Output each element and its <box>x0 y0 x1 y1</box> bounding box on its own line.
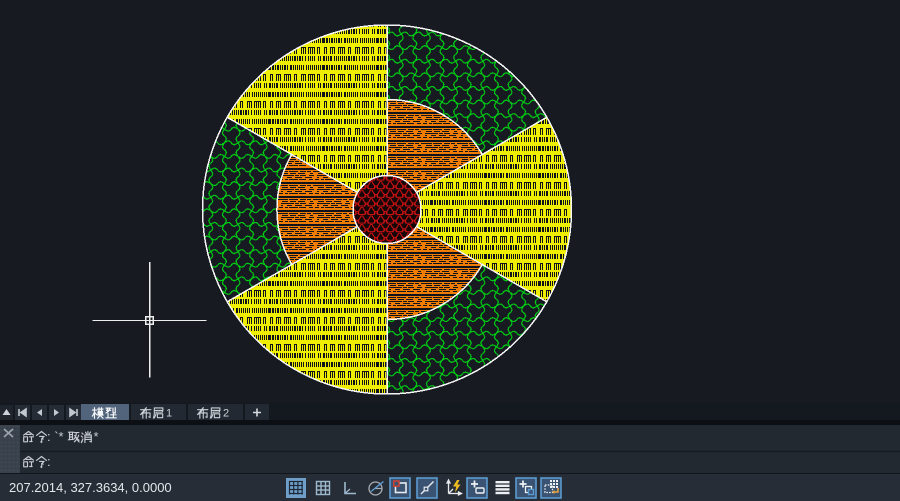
svg-text:*: * <box>94 429 99 444</box>
svg-text::: : <box>47 454 51 469</box>
svg-text:1: 1 <box>166 408 172 420</box>
svg-text:: `*: : `* <box>47 429 64 444</box>
svg-text:2: 2 <box>223 408 229 420</box>
